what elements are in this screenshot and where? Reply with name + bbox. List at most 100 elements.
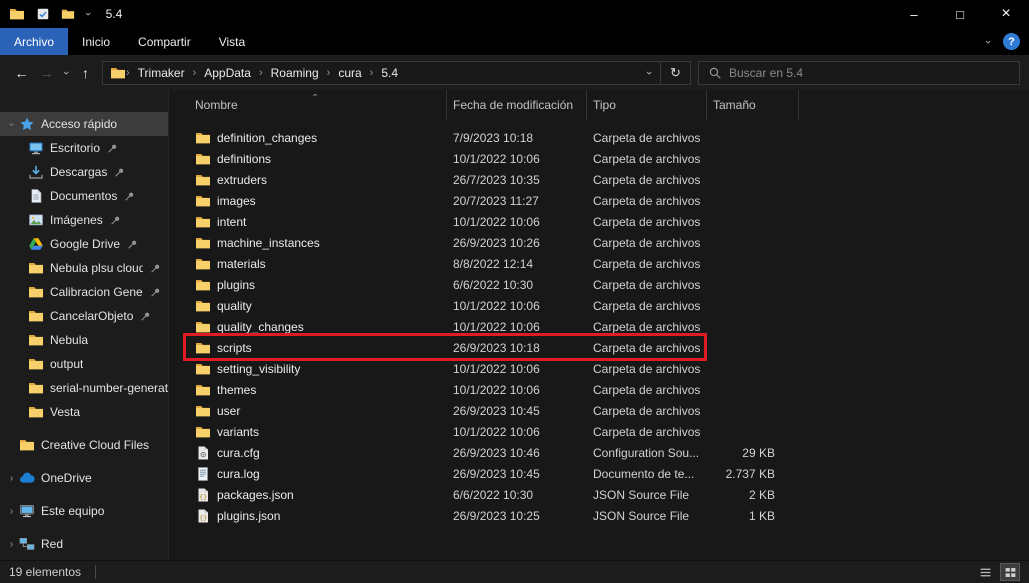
sidebar-item-label: Vesta xyxy=(50,405,80,419)
help-button[interactable]: ? xyxy=(1003,33,1020,50)
pin-icon xyxy=(109,214,122,227)
tab-inicio[interactable]: Inicio xyxy=(68,28,124,55)
file-row-scripts[interactable]: scripts26/9/2023 10:18Carpeta de archivo… xyxy=(195,337,1029,358)
file-row-cura-log[interactable]: cura.log26/9/2023 10:45Documento de te..… xyxy=(195,463,1029,484)
expander-down-icon[interactable]: › xyxy=(4,119,19,130)
sidebar-item-serial-number-generat[interactable]: serial-number-generat xyxy=(0,376,168,400)
close-button[interactable]: × xyxy=(983,0,1029,28)
sidebar-item-label: Calibracion Genera xyxy=(50,285,143,299)
sidebar-item-vesta[interactable]: Vesta xyxy=(0,400,168,424)
sidebar-item-label: output xyxy=(50,357,83,371)
sidebar-item-onedrive[interactable]: ›OneDrive xyxy=(0,466,168,490)
forward-button[interactable]: → xyxy=(34,65,59,81)
file-row-packages-json[interactable]: {}packages.json6/6/2022 10:30JSON Source… xyxy=(195,484,1029,505)
address-bar[interactable]: ›Trimaker›AppData›Roaming›cura›5.4 › ↻ xyxy=(102,61,691,85)
breadcrumb-segment-roaming[interactable]: Roaming xyxy=(263,62,327,84)
config-file-icon xyxy=(195,445,211,461)
refresh-button[interactable]: ↻ xyxy=(660,62,690,84)
file-row-plugins-json[interactable]: {}plugins.json26/9/2023 10:25JSON Source… xyxy=(195,505,1029,526)
search-input[interactable] xyxy=(729,66,1010,80)
explorer-window: › 5.4 – □ × ArchivoInicioCompartirVista … xyxy=(0,0,1029,583)
folder-icon xyxy=(28,332,44,348)
sort-ascending-icon: › xyxy=(310,94,320,97)
folder-icon xyxy=(28,404,44,420)
column-header-tipo[interactable]: Tipo xyxy=(587,90,707,120)
minimize-button[interactable]: – xyxy=(891,0,937,28)
column-header-nombre[interactable]: Nombre› xyxy=(195,90,447,120)
sidebar-item-escritorio[interactable]: Escritorio xyxy=(0,136,168,160)
details-view-button[interactable] xyxy=(975,563,995,581)
file-name: setting_visibility xyxy=(217,362,300,376)
address-dropdown-chevron-icon[interactable]: › xyxy=(638,67,660,79)
column-header-label: Tamaño xyxy=(713,98,756,112)
breadcrumb-segment-cura[interactable]: cura xyxy=(330,62,369,84)
sidebar-item-nebula-plsu-cloud[interactable]: Nebula plsu cloud · xyxy=(0,256,168,280)
window-controls: – □ × xyxy=(891,0,1029,28)
file-row-themes[interactable]: themes10/1/2022 10:06Carpeta de archivos xyxy=(195,379,1029,400)
file-row-user[interactable]: user26/9/2023 10:45Carpeta de archivos xyxy=(195,400,1029,421)
file-date: 26/9/2023 10:45 xyxy=(447,467,587,481)
file-row-plugins[interactable]: plugins6/6/2022 10:30Carpeta de archivos xyxy=(195,274,1029,295)
tab-vista[interactable]: Vista xyxy=(205,28,259,55)
file-row-cura-cfg[interactable]: cura.cfg26/9/2023 10:46Configuration Sou… xyxy=(195,442,1029,463)
file-row-extruders[interactable]: extruders26/7/2023 10:35Carpeta de archi… xyxy=(195,169,1029,190)
file-row-quality[interactable]: quality10/1/2022 10:06Carpeta de archivo… xyxy=(195,295,1029,316)
file-type: Carpeta de archivos xyxy=(587,341,707,355)
details-view-icon xyxy=(979,566,992,579)
file-row-intent[interactable]: intent10/1/2022 10:06Carpeta de archivos xyxy=(195,211,1029,232)
sidebar-item-nebula[interactable]: Nebula xyxy=(0,328,168,352)
new-folder-icon[interactable] xyxy=(61,7,75,21)
sidebar-item-cancelarobjeto[interactable]: CancelarObjeto xyxy=(0,304,168,328)
sidebar-item-creative-cloud-files[interactable]: Creative Cloud Files xyxy=(0,433,168,457)
file-row-images[interactable]: images20/7/2023 11:27Carpeta de archivos xyxy=(195,190,1029,211)
quick-access-toolbar: › xyxy=(0,6,90,22)
file-type: Configuration Sou... xyxy=(587,446,707,460)
breadcrumb-segment-trimaker[interactable]: Trimaker xyxy=(130,62,193,84)
search-box[interactable] xyxy=(698,61,1020,85)
breadcrumb-segment-5-4[interactable]: 5.4 xyxy=(373,62,406,84)
file-row-definitions[interactable]: definitions10/1/2022 10:06Carpeta de arc… xyxy=(195,148,1029,169)
expander-right-icon[interactable]: › xyxy=(4,539,19,550)
sidebar-item-label: Red xyxy=(41,537,63,551)
breadcrumb-segment-appdata[interactable]: AppData xyxy=(196,62,259,84)
file-name: images xyxy=(217,194,256,208)
file-name-cell: extruders xyxy=(195,172,447,188)
back-button[interactable]: ← xyxy=(9,65,34,81)
sidebar-item-acceso-r-pido[interactable]: ›Acceso rápido xyxy=(0,112,168,136)
tab-archivo[interactable]: Archivo xyxy=(0,28,68,55)
file-row-materials[interactable]: materials8/8/2022 12:14Carpeta de archiv… xyxy=(195,253,1029,274)
document-icon xyxy=(28,188,44,204)
sidebar-item-documentos[interactable]: Documentos xyxy=(0,184,168,208)
sidebar-item-este-equipo[interactable]: ›Este equipo xyxy=(0,499,168,523)
tab-compartir[interactable]: Compartir xyxy=(124,28,205,55)
recent-locations-chevron-icon[interactable]: › xyxy=(59,67,73,79)
maximize-button[interactable]: □ xyxy=(937,0,983,28)
sidebar-item-im-genes[interactable]: Imágenes xyxy=(0,208,168,232)
file-date: 10/1/2022 10:06 xyxy=(447,152,587,166)
up-button[interactable]: ↑ xyxy=(73,65,98,81)
column-header-fecha-de-modificaci-n[interactable]: Fecha de modificación xyxy=(447,90,587,120)
file-size: 1 KB xyxy=(707,509,799,523)
file-row-variants[interactable]: variants10/1/2022 10:06Carpeta de archiv… xyxy=(195,421,1029,442)
sidebar-item-calibracion-genera[interactable]: Calibracion Genera xyxy=(0,280,168,304)
file-type: Carpeta de archivos xyxy=(587,278,707,292)
expander-right-icon[interactable]: › xyxy=(4,473,19,484)
file-date: 10/1/2022 10:06 xyxy=(447,383,587,397)
column-header-tama-o[interactable]: Tamaño xyxy=(707,90,799,120)
computer-icon xyxy=(19,503,35,519)
sidebar-item-google-drive[interactable]: Google Drive xyxy=(0,232,168,256)
qat-customize-chevron-icon[interactable]: › xyxy=(86,8,90,20)
file-row-setting-visibility[interactable]: setting_visibility10/1/2022 10:06Carpeta… xyxy=(195,358,1029,379)
expander-right-icon[interactable]: › xyxy=(4,506,19,517)
folder-icon xyxy=(195,256,211,272)
file-row-quality-changes[interactable]: quality_changes10/1/2022 10:06Carpeta de… xyxy=(195,316,1029,337)
file-row-machine-instances[interactable]: machine_instances26/9/2023 10:26Carpeta … xyxy=(195,232,1029,253)
sidebar-item-red[interactable]: › Red xyxy=(0,532,168,556)
sidebar-item-output[interactable]: output xyxy=(0,352,168,376)
sidebar-item-descargas[interactable]: Descargas xyxy=(0,160,168,184)
thumbnails-view-button[interactable] xyxy=(1000,563,1020,581)
file-name: packages.json xyxy=(217,488,294,502)
properties-icon[interactable] xyxy=(36,7,50,21)
ribbon-expand-chevron-icon[interactable]: › xyxy=(986,36,990,48)
file-row-definition-changes[interactable]: definition_changes7/9/2023 10:18Carpeta … xyxy=(195,127,1029,148)
